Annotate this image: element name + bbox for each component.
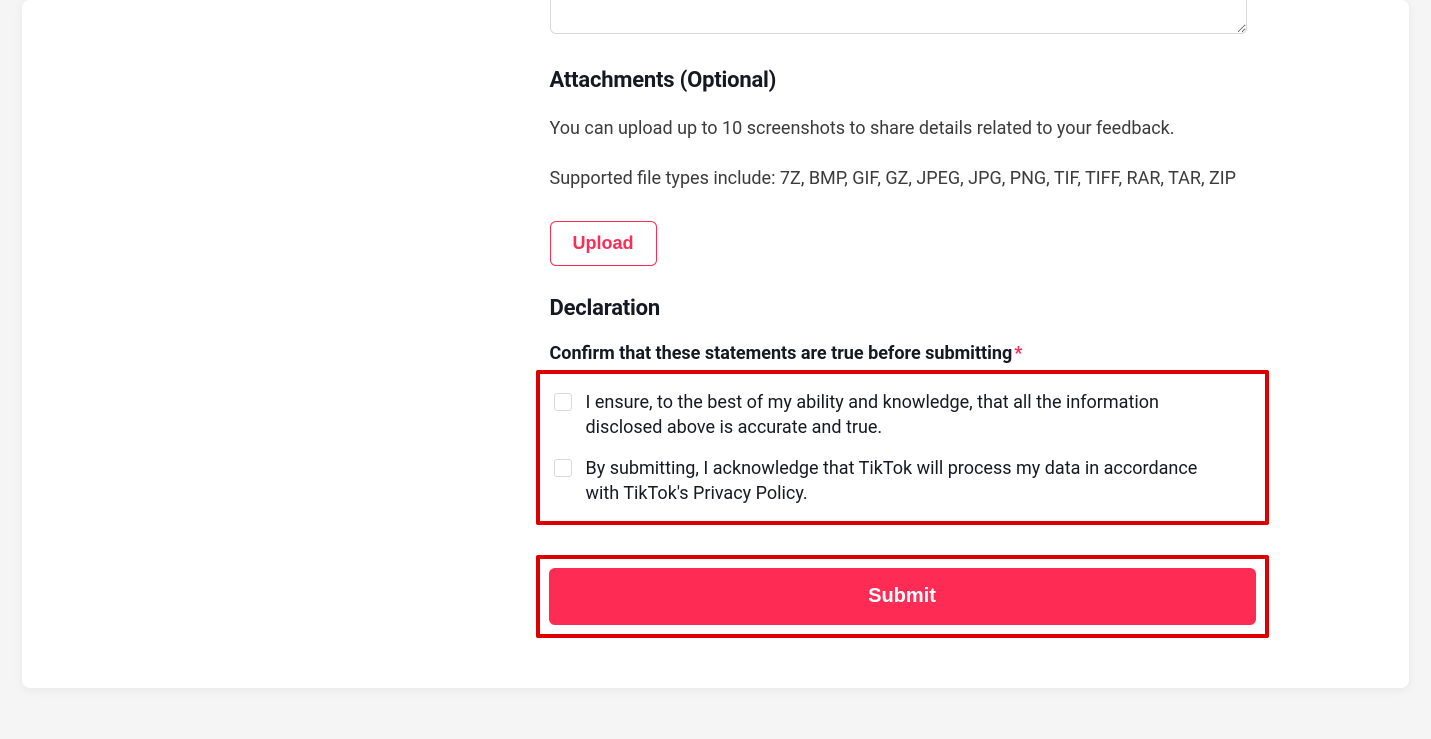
submit-button[interactable]: Submit [549, 568, 1256, 625]
confirm-statements-label: Confirm that these statements are true b… [550, 343, 1247, 364]
attachments-help-2: Supported file types include: 7Z, BMP, G… [550, 165, 1247, 193]
declaration-heading: Declaration [550, 296, 1247, 321]
form-card: Attachments (Optional) You can upload up… [22, 0, 1409, 688]
required-indicator: * [1014, 343, 1022, 364]
declaration-item-1: I ensure, to the best of my ability and … [554, 390, 1251, 440]
declaration-checkbox-2[interactable] [554, 459, 572, 477]
feedback-textarea[interactable] [550, 0, 1247, 34]
attachments-heading: Attachments (Optional) [550, 68, 1247, 93]
declaration-item-2: By submitting, I acknowledge that TikTok… [554, 456, 1251, 506]
declaration-text-2: By submitting, I acknowledge that TikTok… [586, 456, 1221, 506]
submit-highlight-box: Submit [536, 555, 1269, 638]
declaration-checkbox-1[interactable] [554, 393, 572, 411]
attachments-help-1: You can upload up to 10 screenshots to s… [550, 115, 1247, 143]
upload-button[interactable]: Upload [550, 221, 657, 266]
form-content: Attachments (Optional) You can upload up… [185, 0, 1247, 638]
confirm-statements-text: Confirm that these statements are true b… [550, 343, 1013, 364]
declaration-highlight-box: I ensure, to the best of my ability and … [536, 370, 1269, 525]
declaration-text-1: I ensure, to the best of my ability and … [586, 390, 1221, 440]
